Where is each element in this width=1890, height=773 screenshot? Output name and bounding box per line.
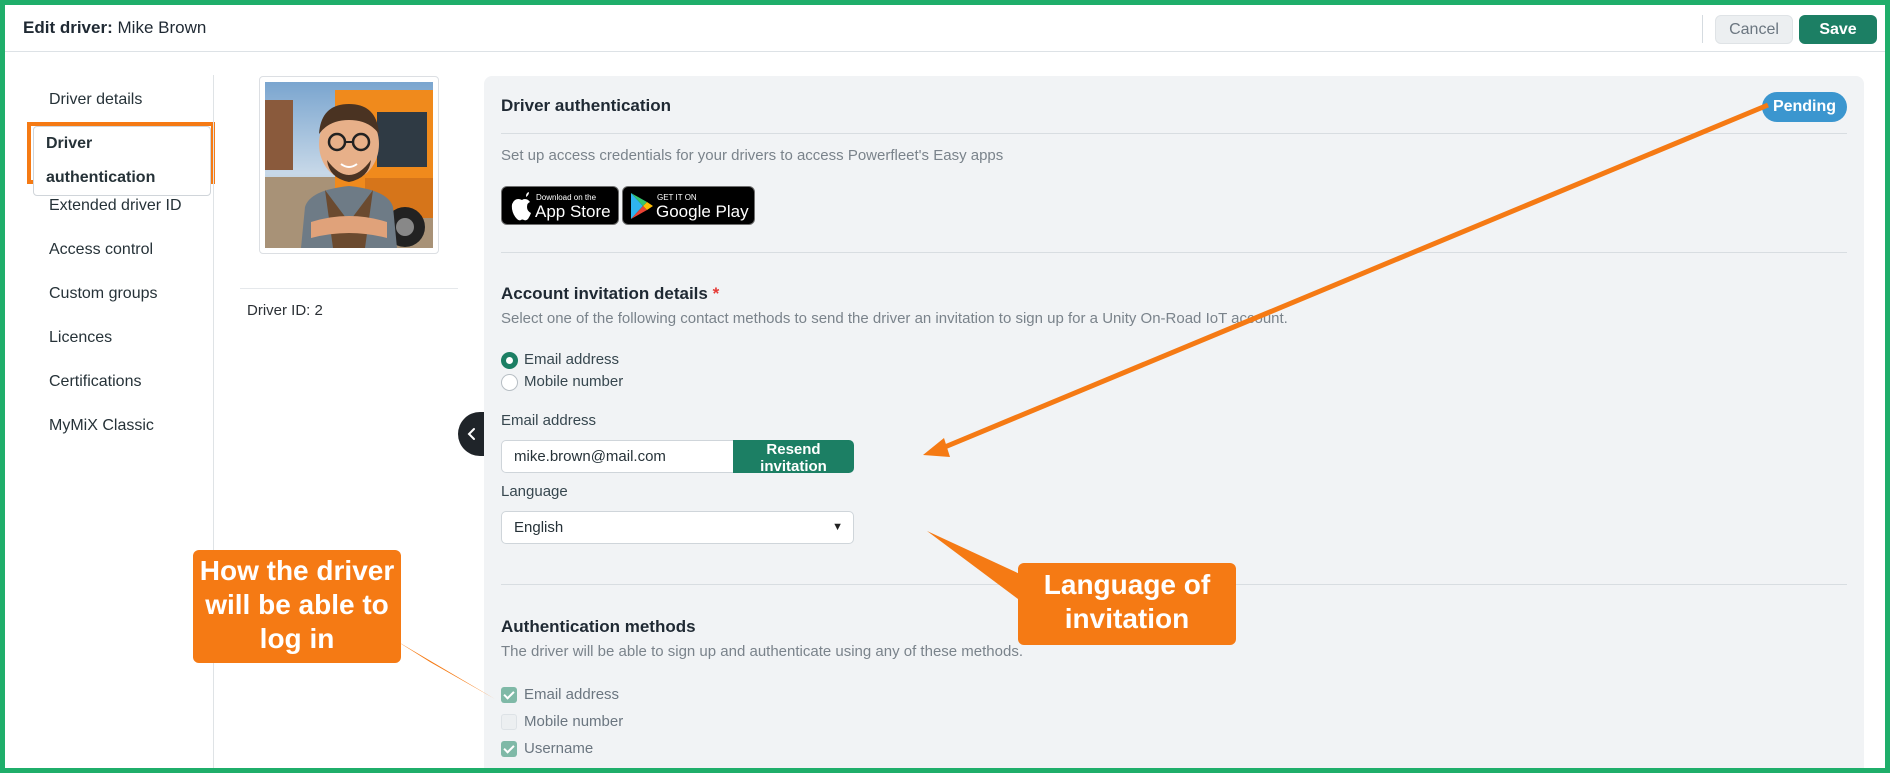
- sidebar-item-driver-authentication[interactable]: Driver authentication: [27, 122, 215, 196]
- sidebar-item-driver-details[interactable]: Driver details: [30, 78, 210, 122]
- nav-divider: [213, 75, 214, 773]
- radio-unselected[interactable]: [501, 374, 518, 391]
- google-play-small-text: GET IT ON: [657, 193, 697, 202]
- driver-avatar: [265, 82, 433, 248]
- sidebar-item-certifications[interactable]: Certifications: [30, 360, 210, 404]
- google-play-big-text: Google Play: [656, 202, 749, 221]
- resend-invitation-button[interactable]: Resend invitation: [733, 440, 854, 475]
- checkbox-unchecked-icon[interactable]: [501, 714, 517, 730]
- driver-photo-frame[interactable]: [259, 76, 439, 254]
- collapse-panel-button[interactable]: [458, 412, 484, 456]
- app-store-big-text: App Store: [535, 202, 611, 221]
- email-label: Email address: [501, 412, 597, 429]
- driver-id-label: Driver ID: 2: [247, 302, 323, 319]
- callout-invitation-language: Language of invitation: [1018, 563, 1236, 645]
- auth-methods-title: Authentication methods: [501, 617, 696, 636]
- save-button[interactable]: Save: [1799, 15, 1877, 44]
- divider: [501, 252, 1847, 253]
- checkbox-checked-icon[interactable]: [501, 687, 517, 703]
- divider: [501, 133, 1847, 134]
- radio-selected[interactable]: [501, 352, 518, 369]
- google-play-badge[interactable]: GET IT ON Google Play: [622, 186, 755, 225]
- required-mark: *: [712, 284, 720, 303]
- invitation-title: Account invitation details *: [501, 284, 720, 303]
- auth-methods-subtitle: The driver will be able to sign up and a…: [501, 643, 1023, 660]
- sidebar-item-licences[interactable]: Licences: [30, 316, 210, 360]
- panel-title: Driver authentication: [501, 96, 672, 115]
- email-input[interactable]: mike.brown@mail.com: [501, 440, 733, 473]
- driver-authentication-panel: Driver authentication Pending Set up acc…: [484, 76, 1864, 773]
- chevron-left-icon: [467, 428, 475, 440]
- language-value: English: [514, 519, 564, 536]
- callout-pointer-login: [395, 640, 495, 699]
- app-store-badge[interactable]: Download on the App Store: [501, 186, 619, 225]
- header-divider: [1702, 15, 1703, 43]
- invitation-subtitle: Select one of the following contact meth…: [501, 310, 1288, 327]
- driver-name: Mike Brown: [117, 18, 207, 37]
- language-select[interactable]: English ▼: [501, 511, 854, 544]
- driver-avatar-illustration: [265, 90, 433, 248]
- language-label: Language: [501, 483, 568, 500]
- cancel-button[interactable]: Cancel: [1715, 15, 1793, 44]
- panel-subtitle: Set up access credentials for your drive…: [501, 147, 1004, 164]
- sidebar-item-custom-groups[interactable]: Custom groups: [30, 272, 210, 316]
- page-header: Edit driver: Mike Brown Cancel Save: [5, 5, 1885, 52]
- sidebar-nav: Driver details Driver authentication Ext…: [27, 78, 215, 448]
- sidebar-item-mymix-classic[interactable]: MyMiX Classic: [30, 404, 210, 448]
- sidebar-item-access-control[interactable]: Access control: [30, 228, 210, 272]
- page-title: Edit driver: Mike Brown: [23, 18, 207, 37]
- callout-login-methods: How the driver will be able to log in: [193, 550, 401, 663]
- checkbox-checked-icon[interactable]: [501, 741, 517, 757]
- apple-icon: [511, 192, 531, 221]
- status-badge: Pending: [1762, 92, 1847, 122]
- app-store-small-text: Download on the: [536, 193, 597, 202]
- google-play-icon: [631, 193, 653, 219]
- caret-down-icon: ▼: [832, 521, 843, 533]
- profile-divider: [240, 288, 458, 289]
